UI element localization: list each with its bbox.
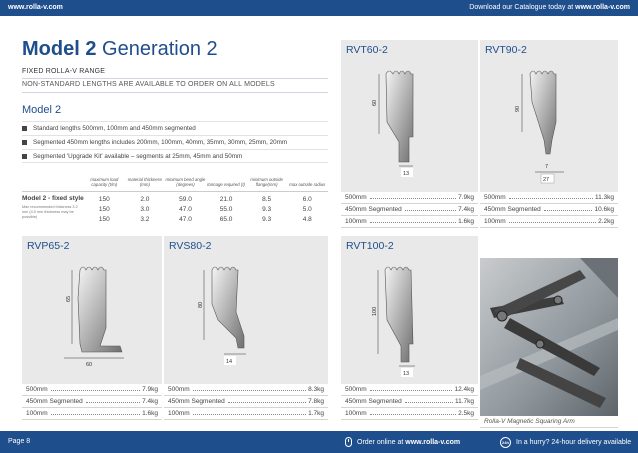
dim-height-label: 100 [372, 307, 378, 316]
list-item: 450mm Segmented 7.4kg [22, 396, 162, 408]
col-load: 150 150 150 [98, 196, 110, 223]
dim-width-label: 13 [403, 171, 409, 177]
list-item: 450mm Segmented 11.7kg [341, 396, 478, 408]
weight-list-rvt90: 500mm 11.3kg 450mm Segmented 10.6kg 100mm 2… [480, 192, 618, 228]
clock-icon: 24h [500, 437, 511, 448]
list-item: 450mm Segmented 7.4kg [341, 204, 478, 216]
header-cell: minimum outside flange(mm) [250, 176, 283, 188]
feature-list: Standard lengths 500mm, 100mm and 450mm … [22, 121, 328, 163]
divider [22, 78, 328, 79]
lengths-note: NON-STANDARD LENGTHS ARE AVAILABLE TO OR… [22, 81, 275, 88]
bullet-icon [22, 153, 27, 159]
product-card-rvt60: RVT60-2 60 13 [341, 40, 478, 192]
bullet-icon [22, 126, 27, 131]
product-card-rvt100: RVT100-2 100 13 [341, 236, 478, 384]
product-title: RVP65-2 [27, 240, 70, 252]
weight-list-rvp65: 500mm 7.9kg 450mm Segmented 7.4kg 100mm 1.6… [22, 384, 162, 420]
list-item: Segmented 'Upgrade Kit' available – segm… [22, 149, 328, 163]
list-item: 100mm 2.2kg [480, 216, 618, 228]
dim-height-label: 90 [515, 106, 521, 112]
list-item: 500mm 11.3kg [480, 192, 618, 204]
dim-width-label: 60 [86, 362, 92, 368]
weight-list-rvt100: 500mm 12.4kg 450mm Segmented 11.7kg 100mm 2… [341, 384, 478, 420]
list-item: 100mm 1.6kg [341, 216, 478, 228]
list-item: 100mm 1.7kg [164, 408, 328, 420]
footer-bar: Page 8 Order online at www.rolla-v.com 2… [0, 431, 638, 453]
dim-tip-label: 7 [545, 164, 548, 170]
col-tonnage: 21.0 55.0 65.0 [219, 196, 233, 223]
col-thickness: 2.0 3.0 3.2 [140, 196, 150, 223]
list-item: 450mm Segmented 10.6kg [480, 204, 618, 216]
row-note: Max recommended thickness 3.2 mm (4.0 mm… [22, 205, 78, 219]
product-title: RVT90-2 [485, 44, 527, 56]
list-item: 500mm 7.9kg [22, 384, 162, 396]
list-item: Segmented 450mm lengths includes 200mm, … [22, 135, 328, 149]
rvs80-profile-drawing: 80 14 [198, 266, 246, 365]
header-cell: tonnage required (t) [207, 182, 245, 188]
dim-height-label: 80 [198, 302, 204, 308]
squaring-arm-image [480, 258, 618, 416]
list-item: 500mm 8.3kg [164, 384, 328, 396]
dim-width-label: 27 [543, 177, 549, 183]
col-radius: 6.0 5.0 4.8 [302, 196, 312, 223]
dim-width-label: 14 [226, 359, 232, 365]
weight-list-rvt60: 500mm 7.9kg 450mm Segmented 7.4kg 100mm 1.6… [341, 192, 478, 228]
list-item: 100mm 1.6kg [22, 408, 162, 420]
table-row: Model 2 - fixed style Max recommended th… [22, 192, 328, 225]
product-card-rvt90: RVT90-2 90 7 27 [480, 40, 618, 192]
spec-table: maximum load capacity (t/m) material thi… [22, 172, 328, 225]
list-item: 500mm 12.4kg [341, 384, 478, 396]
row-name: Model 2 - fixed style Max recommended th… [22, 195, 84, 219]
weight-list-rvs80: 500mm 8.3kg 450mm Segmented 7.8kg 100mm 1.7… [164, 384, 328, 420]
product-card-rvs80: RVS80-2 80 14 [164, 236, 328, 384]
rvt100-profile-drawing: 100 13 [372, 266, 415, 377]
page-subtitle: FIXED ROLLA-V RANGE [22, 68, 106, 75]
bullet-icon [22, 140, 27, 145]
spec-table-header: maximum load capacity (t/m) material thi… [22, 172, 328, 192]
header-cell: max outside radius [289, 182, 326, 188]
col-angle: 59.0 47.0 47.0 [179, 196, 192, 223]
product-title: RVT60-2 [346, 44, 388, 56]
top-bar: www.rolla-v.com Download our Catalogue t… [0, 0, 638, 16]
squaring-arm-photo [480, 258, 618, 416]
photo-caption: Rolla-V Magnetic Squaring Arm [480, 416, 618, 428]
page-number: Page 8 [8, 438, 31, 445]
rvp65-profile-drawing: 65 60 [64, 266, 124, 368]
header-cell: maximum load capacity (t/m) [90, 176, 119, 188]
mouse-icon [345, 437, 352, 447]
list-item: 100mm 2.5kg [341, 408, 478, 420]
header-download-text: Download our Catalogue today at www.roll… [469, 4, 630, 11]
divider [22, 92, 328, 93]
rvt60-profile-drawing: 60 13 [372, 70, 414, 177]
product-card-rvp65: RVP65-2 65 60 [22, 236, 162, 384]
header-url-link[interactable]: www.rolla-v.com [8, 4, 63, 11]
list-item: 450mm Segmented 7.8kg [164, 396, 328, 408]
order-online: Order online at www.rolla-v.com [345, 437, 460, 447]
rvt90-profile-drawing: 90 7 27 [515, 70, 564, 184]
page-title: Model 2 Generation 2 [22, 38, 218, 60]
product-title: RVS80-2 [169, 240, 212, 252]
delivery-note: 24h In a hurry? 24-hour delivery availab… [500, 437, 631, 448]
header-cell: minimum bend angle (degrees) [165, 176, 206, 188]
dim-width-label: 13 [403, 371, 409, 377]
header-download-link[interactable]: www.rolla-v.com [575, 4, 630, 11]
product-title: RVT100-2 [346, 240, 394, 252]
header-cell: material thickness (mm) [127, 176, 163, 188]
model-heading: Model 2 [22, 104, 62, 116]
order-link[interactable]: www.rolla-v.com [405, 439, 460, 446]
col-flange: 8.5 9.3 9.3 [262, 196, 272, 223]
list-item: Standard lengths 500mm, 100mm and 450mm … [22, 121, 328, 135]
dim-height-label: 65 [66, 296, 72, 302]
list-item: 500mm 7.9kg [341, 192, 478, 204]
dim-height-label: 60 [372, 100, 378, 106]
